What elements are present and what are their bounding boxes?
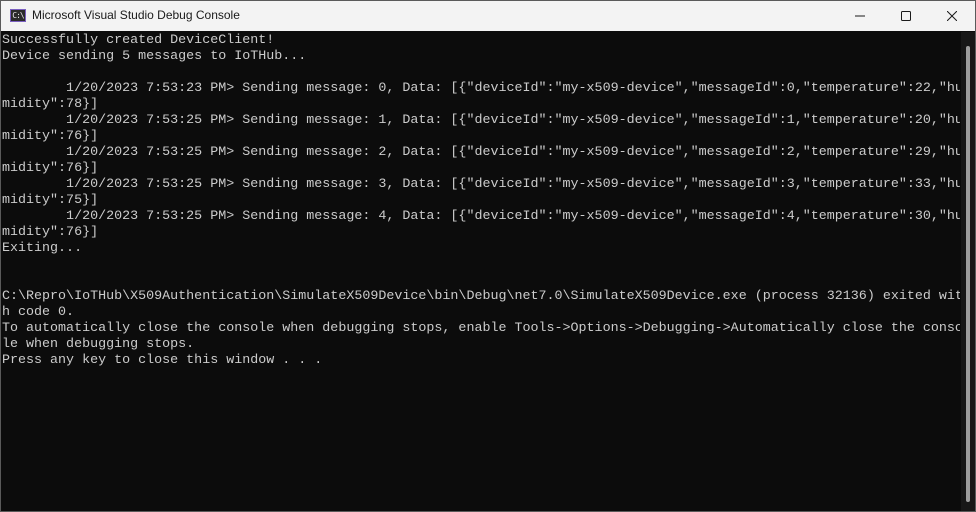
title-bar[interactable]: C:\ Microsoft Visual Studio Debug Consol… <box>1 1 975 31</box>
window-title: Microsoft Visual Studio Debug Console <box>32 8 240 22</box>
minimize-icon <box>855 15 865 17</box>
console-line: midity":76}] <box>2 129 99 144</box>
console-line: Exiting... <box>2 241 83 256</box>
console-line: 1/20/2023 7:53:25 PM> Sending message: 4… <box>2 209 960 224</box>
console-line: 1/20/2023 7:53:25 PM> Sending message: 3… <box>2 177 960 192</box>
console-line: Device sending 5 messages to IoTHub... <box>2 49 307 64</box>
console-line: 1/20/2023 7:53:25 PM> Sending message: 1… <box>2 113 960 128</box>
debug-console-window: C:\ Microsoft Visual Studio Debug Consol… <box>0 0 976 512</box>
console-line: midity":78}] <box>2 97 99 112</box>
console-line: 1/20/2023 7:53:25 PM> Sending message: 2… <box>2 145 960 160</box>
scrollbar-thumb[interactable] <box>966 46 970 502</box>
maximize-button[interactable] <box>883 1 929 31</box>
console-line: h code 0. <box>2 305 75 320</box>
console-output[interactable]: Successfully created DeviceClient! Device… <box>2 33 960 511</box>
console-line: C:\Repro\IoTHub\X509Authentication\Simul… <box>2 289 960 304</box>
vertical-scrollbar[interactable] <box>961 32 975 511</box>
console-line: midity":76}] <box>2 225 99 240</box>
close-icon <box>947 11 957 21</box>
console-line: 1/20/2023 7:53:23 PM> Sending message: 0… <box>2 81 960 96</box>
console-line: midity":75}] <box>2 193 99 208</box>
minimize-button[interactable] <box>837 1 883 31</box>
console-line: Press any key to close this window . . . <box>2 353 323 368</box>
console-line: le when debugging stops. <box>2 337 195 352</box>
console-line: Successfully created DeviceClient! <box>2 33 275 48</box>
close-button[interactable] <box>929 1 975 31</box>
console-line: midity":76}] <box>2 161 99 176</box>
console-line: To automatically close the console when … <box>2 321 960 336</box>
console-app-icon: C:\ <box>10 9 26 22</box>
maximize-icon <box>901 11 911 21</box>
